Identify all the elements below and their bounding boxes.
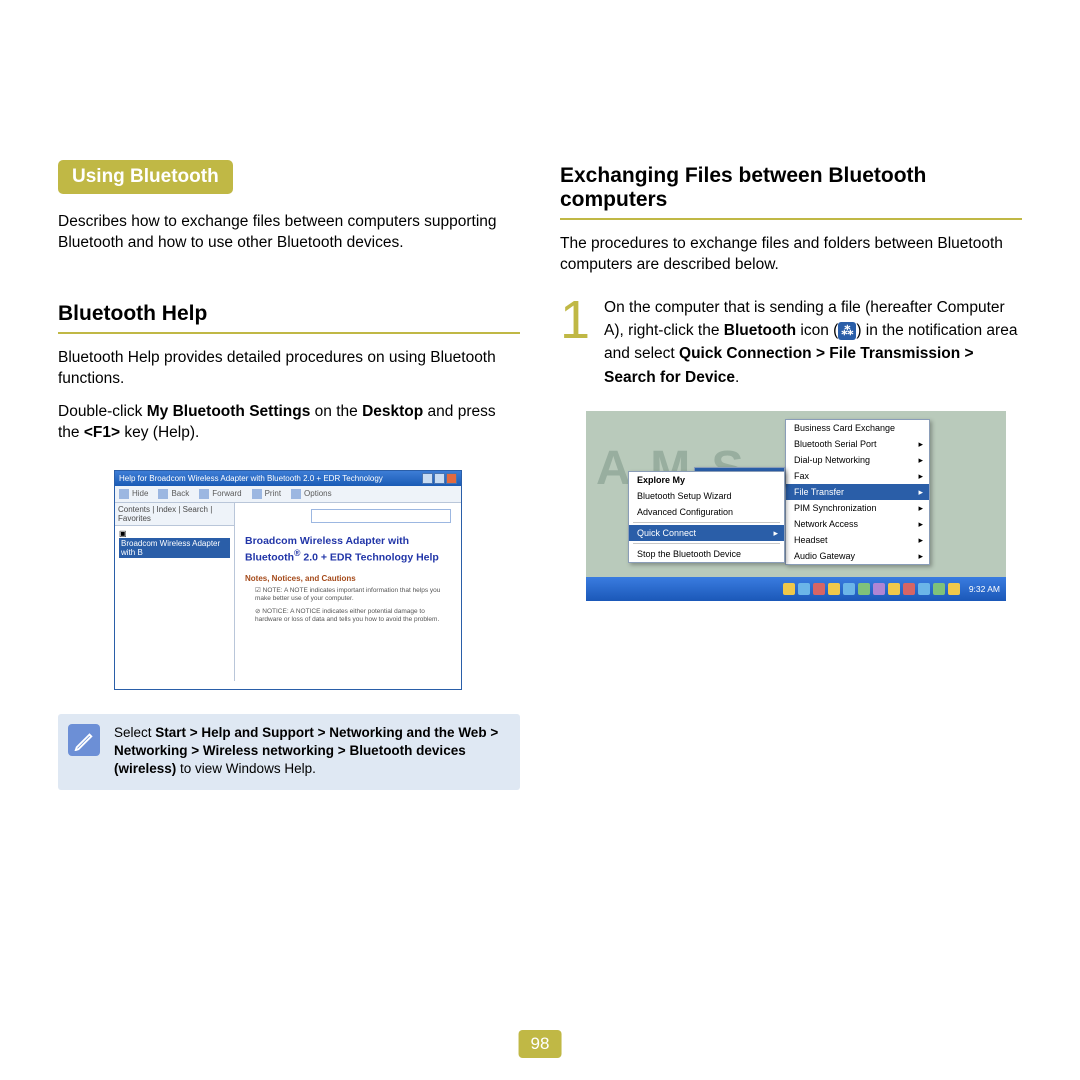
help-note-1: ☑ NOTE: A NOTE indicates important infor… xyxy=(245,587,451,603)
context-menu-main: Explore My Bluetooth Setup Wizard Advanc… xyxy=(628,471,785,563)
step-1: 1 On the computer that is sending a file… xyxy=(560,296,1022,389)
heading-exchanging-files: Exchanging Files between Bluetooth compu… xyxy=(560,164,1022,212)
window-max-icon xyxy=(434,473,445,484)
tray-icon xyxy=(858,583,870,595)
tray-icon xyxy=(948,583,960,595)
window-title: Help for Broadcom Wireless Adapter with … xyxy=(119,474,383,483)
tray-icon xyxy=(873,583,885,595)
tray-icon xyxy=(798,583,810,595)
bluetooth-icon: ⁂ xyxy=(838,322,856,340)
taskbar-time: 9:32 AM xyxy=(969,584,1000,594)
screenshot-help-window: Help for Broadcom Wireless Adapter with … xyxy=(114,470,462,690)
help-note-2: ⊘ NOTICE: A NOTICE indicates either pote… xyxy=(245,608,451,624)
tray-icon xyxy=(903,583,915,595)
tray-icon xyxy=(918,583,930,595)
heading-underline xyxy=(58,332,520,334)
window-min-icon xyxy=(422,473,433,484)
heading-underline xyxy=(560,218,1022,220)
tray-icon xyxy=(813,583,825,595)
tray-icon xyxy=(843,583,855,595)
help-topic-link: Broadcom Wireless Adapter with Bluetooth… xyxy=(245,535,451,565)
note-icon xyxy=(68,724,100,756)
tip-box: Select Start > Help and Support > Networ… xyxy=(58,714,520,791)
tray-icon xyxy=(828,583,840,595)
intro-text: Describes how to exchange files between … xyxy=(58,212,520,254)
tree-selected-item: Broadcom Wireless Adapter with B xyxy=(119,538,230,558)
window-close-icon xyxy=(446,473,457,484)
help-para-1: Bluetooth Help provides detailed procedu… xyxy=(58,348,520,390)
screenshot-context-menu: A M S Business Card ExchangeBluetooth Se… xyxy=(586,411,1006,601)
tray-icon xyxy=(933,583,945,595)
help-subheading: Notes, Notices, and Cautions xyxy=(245,574,451,583)
heading-bluetooth-help: Bluetooth Help xyxy=(58,302,520,326)
section-title-badge: Using Bluetooth xyxy=(58,160,233,194)
window-toolbar: Hide Back Forward Print Options xyxy=(115,486,461,503)
help-tabs: Contents | Index | Search | Favorites xyxy=(115,503,234,526)
taskbar: 9:32 AM xyxy=(586,577,1006,601)
page-number: 98 xyxy=(519,1030,562,1058)
help-para-2: Double-click My Bluetooth Settings on th… xyxy=(58,402,520,444)
tray-icon xyxy=(783,583,795,595)
exchange-intro: The procedures to exchange files and fol… xyxy=(560,234,1022,276)
submenu-services: Business Card ExchangeBluetooth Serial P… xyxy=(785,419,930,565)
step-number: 1 xyxy=(560,296,590,389)
tray-icon xyxy=(888,583,900,595)
help-search-box xyxy=(311,509,451,523)
